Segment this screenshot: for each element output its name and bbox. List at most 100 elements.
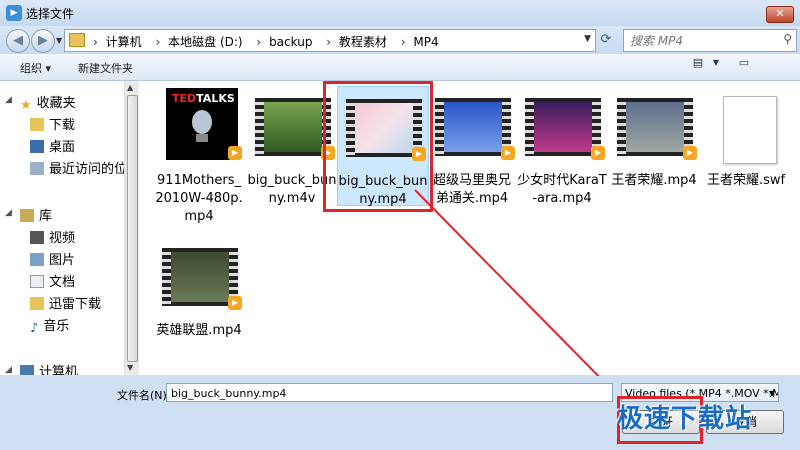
folder-icon <box>69 33 85 47</box>
search-box[interactable]: ⚲ <box>623 29 797 52</box>
scroll-up-icon[interactable]: ▲ <box>127 83 133 92</box>
computer-icon <box>20 365 34 375</box>
sidebar-label: 音乐 <box>43 319 70 334</box>
search-icon[interactable]: ⚲ <box>783 32 792 46</box>
play-badge-icon: ▶ <box>228 296 242 310</box>
file-name: 超级马里奥兄弟通关.mp4 <box>432 173 511 206</box>
sidebar-item-videos[interactable]: 视频 <box>30 227 75 247</box>
file-name: 少女时代KaraT-ara.mp4 <box>517 173 607 206</box>
title-bar: ▶ 选择文件 ✕ <box>0 0 800 26</box>
breadcrumb-drive[interactable]: 本地磁盘 (D:) <box>168 35 242 49</box>
star-icon: ★ <box>20 98 32 113</box>
watermark: 极速下载站 <box>617 404 753 434</box>
file-name: 英雄联盟.mp4 <box>156 323 242 338</box>
sidebar-label: 图片 <box>49 253 76 268</box>
music-note-icon: ♪ <box>30 321 39 336</box>
sidebar-item-music[interactable]: ♪ 音乐 <box>30 315 70 336</box>
file-item[interactable]: ▶ 少女时代KaraT-ara.mp4 <box>517 86 607 216</box>
history-dropdown-icon[interactable]: ▼ <box>56 36 62 45</box>
highlight-box-selected-file <box>323 81 433 212</box>
video-thumbnail-icon: ▶ <box>525 86 605 162</box>
app-icon: ▶ <box>6 5 22 21</box>
file-item[interactable]: 王者荣耀.swf <box>701 86 791 216</box>
xunlei-folder-icon <box>30 297 44 310</box>
sidebar-label: 收藏夹 <box>36 96 76 111</box>
search-input[interactable] <box>628 32 772 49</box>
chevron-down-icon: ▼ <box>768 389 775 398</box>
scroll-thumb[interactable] <box>127 95 138 362</box>
file-item[interactable]: ▶ 王者荣耀.mp4 <box>609 86 699 216</box>
navigation-pane: ◢ ★ 收藏夹 下载 桌面 最近访问的位 ◢ 库 视频 图片 文档 迅雷下载 ♪ 音 <box>0 81 124 375</box>
toolbar: 组织 ▾ 新建文件夹 ▤ ▼ ▭ ? <box>0 54 800 128</box>
address-bar[interactable]: › 计算机 › 本地磁盘 (D:) › backup › 教程素材 › MP4 … <box>64 29 596 52</box>
breadcrumb-separator[interactable]: › <box>401 35 406 49</box>
file-item[interactable]: ▶ 超级马里奥兄弟通关.mp4 <box>427 86 517 216</box>
expand-icon[interactable]: ◢ <box>5 95 12 105</box>
file-list: TEDTALKS ▶ 911Mothers_2010W-480p.mp4 ▶ b… <box>139 81 800 375</box>
breadcrumb-tutorial[interactable]: 教程素材 <box>339 35 387 49</box>
file-name: 911Mothers_2010W-480p.mp4 <box>155 173 243 224</box>
breadcrumb-backup[interactable]: backup <box>269 35 312 49</box>
refresh-icon[interactable]: ⟳ <box>597 30 615 50</box>
file-open-dialog: ▶ 选择文件 ✕ ◀ ▶ ▼ › 计算机 › 本地磁盘 (D:) › backu… <box>0 0 800 450</box>
video-thumbnail-icon: ▶ <box>617 86 697 162</box>
sidebar-item-desktop[interactable]: 桌面 <box>30 136 75 156</box>
sidebar-library[interactable]: 库 <box>20 205 52 225</box>
sidebar-label: 视频 <box>49 231 76 246</box>
sidebar-label: 下载 <box>49 118 76 133</box>
sidebar-label: 计算机 <box>39 365 79 375</box>
forward-button[interactable]: ▶ <box>31 29 55 53</box>
picture-library-icon <box>30 253 44 266</box>
video-library-icon <box>30 231 44 244</box>
sidebar-item-recent[interactable]: 最近访问的位 <box>30 158 124 178</box>
breadcrumb-computer[interactable]: 计算机 <box>106 35 142 49</box>
breadcrumb-mp4[interactable]: MP4 <box>413 35 438 49</box>
breadcrumb-separator[interactable]: › <box>155 35 160 49</box>
expand-icon[interactable]: ◢ <box>5 365 12 375</box>
video-thumbnail-icon: TEDTALKS ▶ <box>162 86 242 162</box>
expand-icon[interactable]: ◢ <box>5 208 12 218</box>
sidebar-computer[interactable]: 计算机 <box>20 361 78 375</box>
play-badge-icon: ▶ <box>591 146 605 160</box>
breadcrumb: › 计算机 › 本地磁盘 (D:) › backup › 教程素材 › MP4 <box>87 33 443 50</box>
address-dropdown-icon[interactable]: ▼ <box>584 34 591 44</box>
back-button[interactable]: ◀ <box>6 29 30 53</box>
window-title: 选择文件 <box>26 7 75 21</box>
desktop-icon <box>30 140 44 153</box>
video-thumbnail-icon: ▶ <box>435 86 515 162</box>
close-button[interactable]: ✕ <box>766 6 794 23</box>
document-library-icon <box>30 275 44 288</box>
file-name: 王者荣耀.mp4 <box>611 173 697 188</box>
sidebar-scrollbar[interactable]: ▲ ▼ <box>124 81 139 375</box>
sidebar-label: 迅雷下载 <box>49 297 102 312</box>
breadcrumb-separator[interactable]: › <box>326 35 331 49</box>
breadcrumb-separator[interactable]: › <box>256 35 261 49</box>
navigation-bar: ◀ ▶ ▼ › 计算机 › 本地磁盘 (D:) › backup › 教程素材 … <box>0 26 800 54</box>
file-item[interactable]: TEDTALKS ▶ 911Mothers_2010W-480p.mp4 <box>154 86 244 224</box>
video-thumbnail-icon: ▶ <box>255 86 335 162</box>
new-folder-button[interactable]: 新建文件夹 <box>78 60 133 76</box>
sidebar-favorites[interactable]: ★ 收藏夹 <box>20 92 76 113</box>
download-folder-icon <box>30 118 44 131</box>
scroll-down-icon[interactable]: ▼ <box>127 363 133 372</box>
play-badge-icon: ▶ <box>228 146 242 160</box>
sidebar-item-documents[interactable]: 文档 <box>30 271 75 291</box>
filename-label: 文件名(N): <box>117 389 171 402</box>
library-icon <box>20 209 34 222</box>
video-thumbnail-icon: ▶ <box>162 236 242 312</box>
sidebar-item-pictures[interactable]: 图片 <box>30 249 75 269</box>
sidebar-item-downloads[interactable]: 下载 <box>30 114 75 134</box>
preview-pane-icon[interactable]: ▭ <box>736 54 752 72</box>
filename-input[interactable]: big_buck_bunny.mp4 <box>166 383 613 402</box>
view-options-icon[interactable]: ▤ <box>690 54 706 72</box>
file-item[interactable]: ▶ 英雄联盟.mp4 <box>154 236 244 346</box>
breadcrumb-separator: › <box>93 35 98 49</box>
play-badge-icon: ▶ <box>683 146 697 160</box>
sidebar-label: 最近访问的位 <box>49 162 124 177</box>
sidebar-item-xunlei[interactable]: 迅雷下载 <box>30 293 101 313</box>
view-dropdown-icon[interactable]: ▼ <box>708 54 724 72</box>
play-badge-icon: ▶ <box>501 146 515 160</box>
organize-menu[interactable]: 组织 ▾ <box>20 60 51 76</box>
sidebar-label: 桌面 <box>49 140 76 155</box>
sidebar-label: 库 <box>39 209 53 224</box>
